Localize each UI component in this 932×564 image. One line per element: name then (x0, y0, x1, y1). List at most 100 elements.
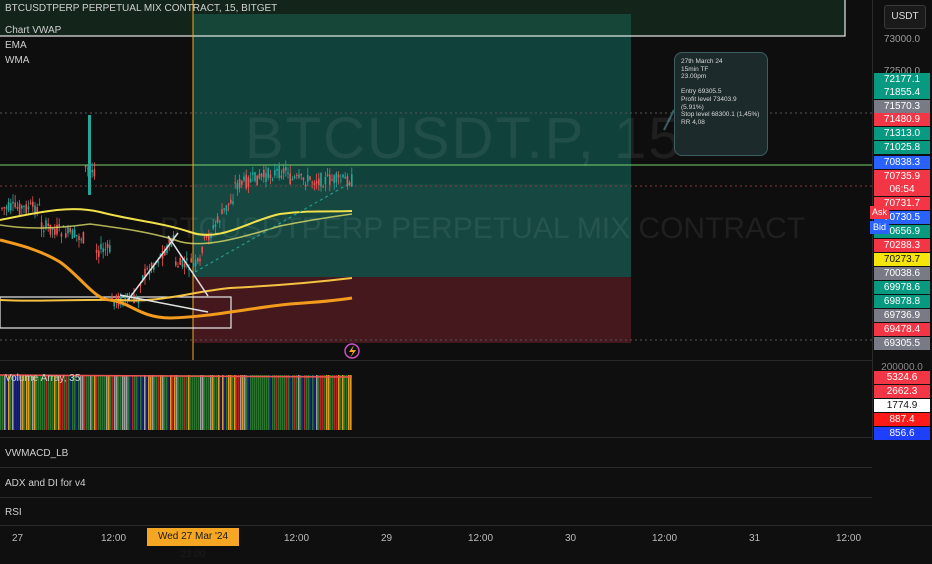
volume-bar (350, 375, 352, 430)
candle-body (271, 179, 274, 181)
volume-bar (182, 375, 184, 430)
candle-body (291, 179, 294, 181)
candle-body (133, 294, 135, 304)
volume-pane[interactable]: Volume Array, 35 (0, 360, 872, 438)
candle-body (293, 176, 296, 179)
candle-body (280, 175, 283, 178)
indicator-legend-wma[interactable]: WMA (5, 55, 29, 66)
adx-label[interactable]: ADX and DI for v4 (5, 478, 86, 489)
price-label: 71025.8 (874, 141, 930, 154)
rsi-pane[interactable]: RSI (0, 497, 872, 526)
candle-body (265, 172, 267, 182)
volume-bar (102, 375, 104, 430)
candle-body (100, 244, 102, 250)
candle-body (3, 207, 5, 209)
volume-bars-canvas[interactable] (0, 361, 872, 438)
candle-body (260, 173, 263, 177)
volume-bar (238, 375, 240, 430)
note-entry: Entry 69305.5 (681, 88, 722, 96)
candle-body (243, 176, 245, 181)
price-label: 69478.4 (874, 323, 930, 336)
candle-body (5, 206, 8, 210)
volume-indicator-label[interactable]: Volume Array, 35 (5, 373, 80, 384)
symbol-watermark: BTCUSDT.P, 15 (245, 106, 683, 171)
candle-body (76, 234, 78, 236)
volume-bar (158, 375, 160, 430)
price-label: 71855.4 (874, 86, 930, 99)
time-cursor-label: Wed 27 Mar '24 23:00 (147, 528, 239, 560)
candle-body (247, 177, 250, 188)
candle-body (21, 205, 23, 209)
volume-bar (98, 375, 100, 430)
volume-bar (174, 375, 176, 430)
volume-bar (308, 375, 310, 430)
candle-body (333, 175, 335, 184)
volume-bar (178, 375, 180, 430)
candle-body (335, 173, 338, 183)
volume-bar (2, 375, 4, 430)
candle-body (84, 165, 87, 168)
volume-bar (90, 375, 92, 430)
candle-body (307, 175, 309, 182)
candle-body (73, 229, 76, 238)
price-label: 70038.6 (874, 267, 930, 280)
volume-bar (336, 375, 338, 430)
volume-bar (218, 375, 220, 430)
candle-body (179, 258, 181, 265)
volume-bar (110, 375, 112, 430)
candle-body (309, 176, 311, 180)
candle-body (315, 181, 318, 184)
vwmacd-pane[interactable]: VWMACD_LB (0, 437, 872, 468)
volume-bar (194, 375, 196, 430)
candle-body (225, 205, 228, 211)
price-label: 70838.3 (874, 156, 930, 169)
volume-bar (134, 375, 136, 430)
indicator-legend-vwap[interactable]: Chart VWAP (5, 25, 61, 36)
candle-body (78, 236, 80, 241)
trade-note-callout[interactable]: 27th March 24 15min TF 23.00pm Entry 693… (674, 52, 768, 156)
adx-pane[interactable]: ADX and DI for v4 (0, 467, 872, 498)
volume-bar (152, 375, 154, 430)
symbol-title[interactable]: BTCUSDTPERP PERPETUAL MIX CONTRACT, 15, … (5, 3, 277, 14)
rsi-label[interactable]: RSI (5, 507, 22, 518)
volume-bar (252, 375, 254, 430)
indicator-legend-ema[interactable]: EMA (5, 40, 27, 51)
volume-bar (214, 375, 216, 430)
main-chart-pane[interactable]: BTCUSDT.P, 15 BTCUSDTPERP PERPETUAL MIX … (0, 0, 872, 360)
price-label: 72177.1 (874, 73, 930, 86)
volume-bar (284, 375, 286, 430)
candle-body (12, 201, 14, 204)
candle-body (18, 203, 21, 215)
currency-button[interactable]: USDT (884, 5, 926, 29)
volume-bar (148, 375, 150, 430)
time-axis[interactable]: 27 12:00 12:00 29 12:00 30 12:00 31 12:0… (0, 525, 932, 551)
volume-scale-label: 1774.9 (874, 399, 930, 412)
time-label: 12:00 (468, 533, 494, 544)
price-label: 06:54 (874, 183, 930, 196)
price-tick: 73000.0 (883, 34, 921, 45)
candle-body (342, 174, 344, 178)
volume-bar (278, 375, 280, 430)
volume-bar (190, 375, 192, 430)
volume-bar (280, 375, 282, 430)
candle-body (199, 258, 201, 262)
time-label: 31 (749, 533, 761, 544)
volume-bar (288, 375, 290, 430)
candle-body (10, 203, 12, 211)
time-label: 12:00 (652, 533, 678, 544)
vwmacd-label[interactable]: VWMACD_LB (5, 448, 68, 459)
candle-body (14, 202, 16, 208)
volume-bar (186, 375, 188, 430)
volume-bar (306, 375, 308, 430)
volume-bar (222, 375, 224, 430)
volume-bar (348, 375, 350, 430)
candle-body (192, 263, 195, 267)
volume-bar (322, 375, 324, 430)
bid-badge: Bid (870, 221, 889, 234)
candle-body (223, 208, 225, 210)
volume-scale-label: 5324.6 (874, 371, 930, 384)
volume-bar (344, 375, 346, 430)
candle-body (324, 176, 327, 185)
volume-bar (270, 375, 272, 430)
candle-body (93, 169, 96, 177)
